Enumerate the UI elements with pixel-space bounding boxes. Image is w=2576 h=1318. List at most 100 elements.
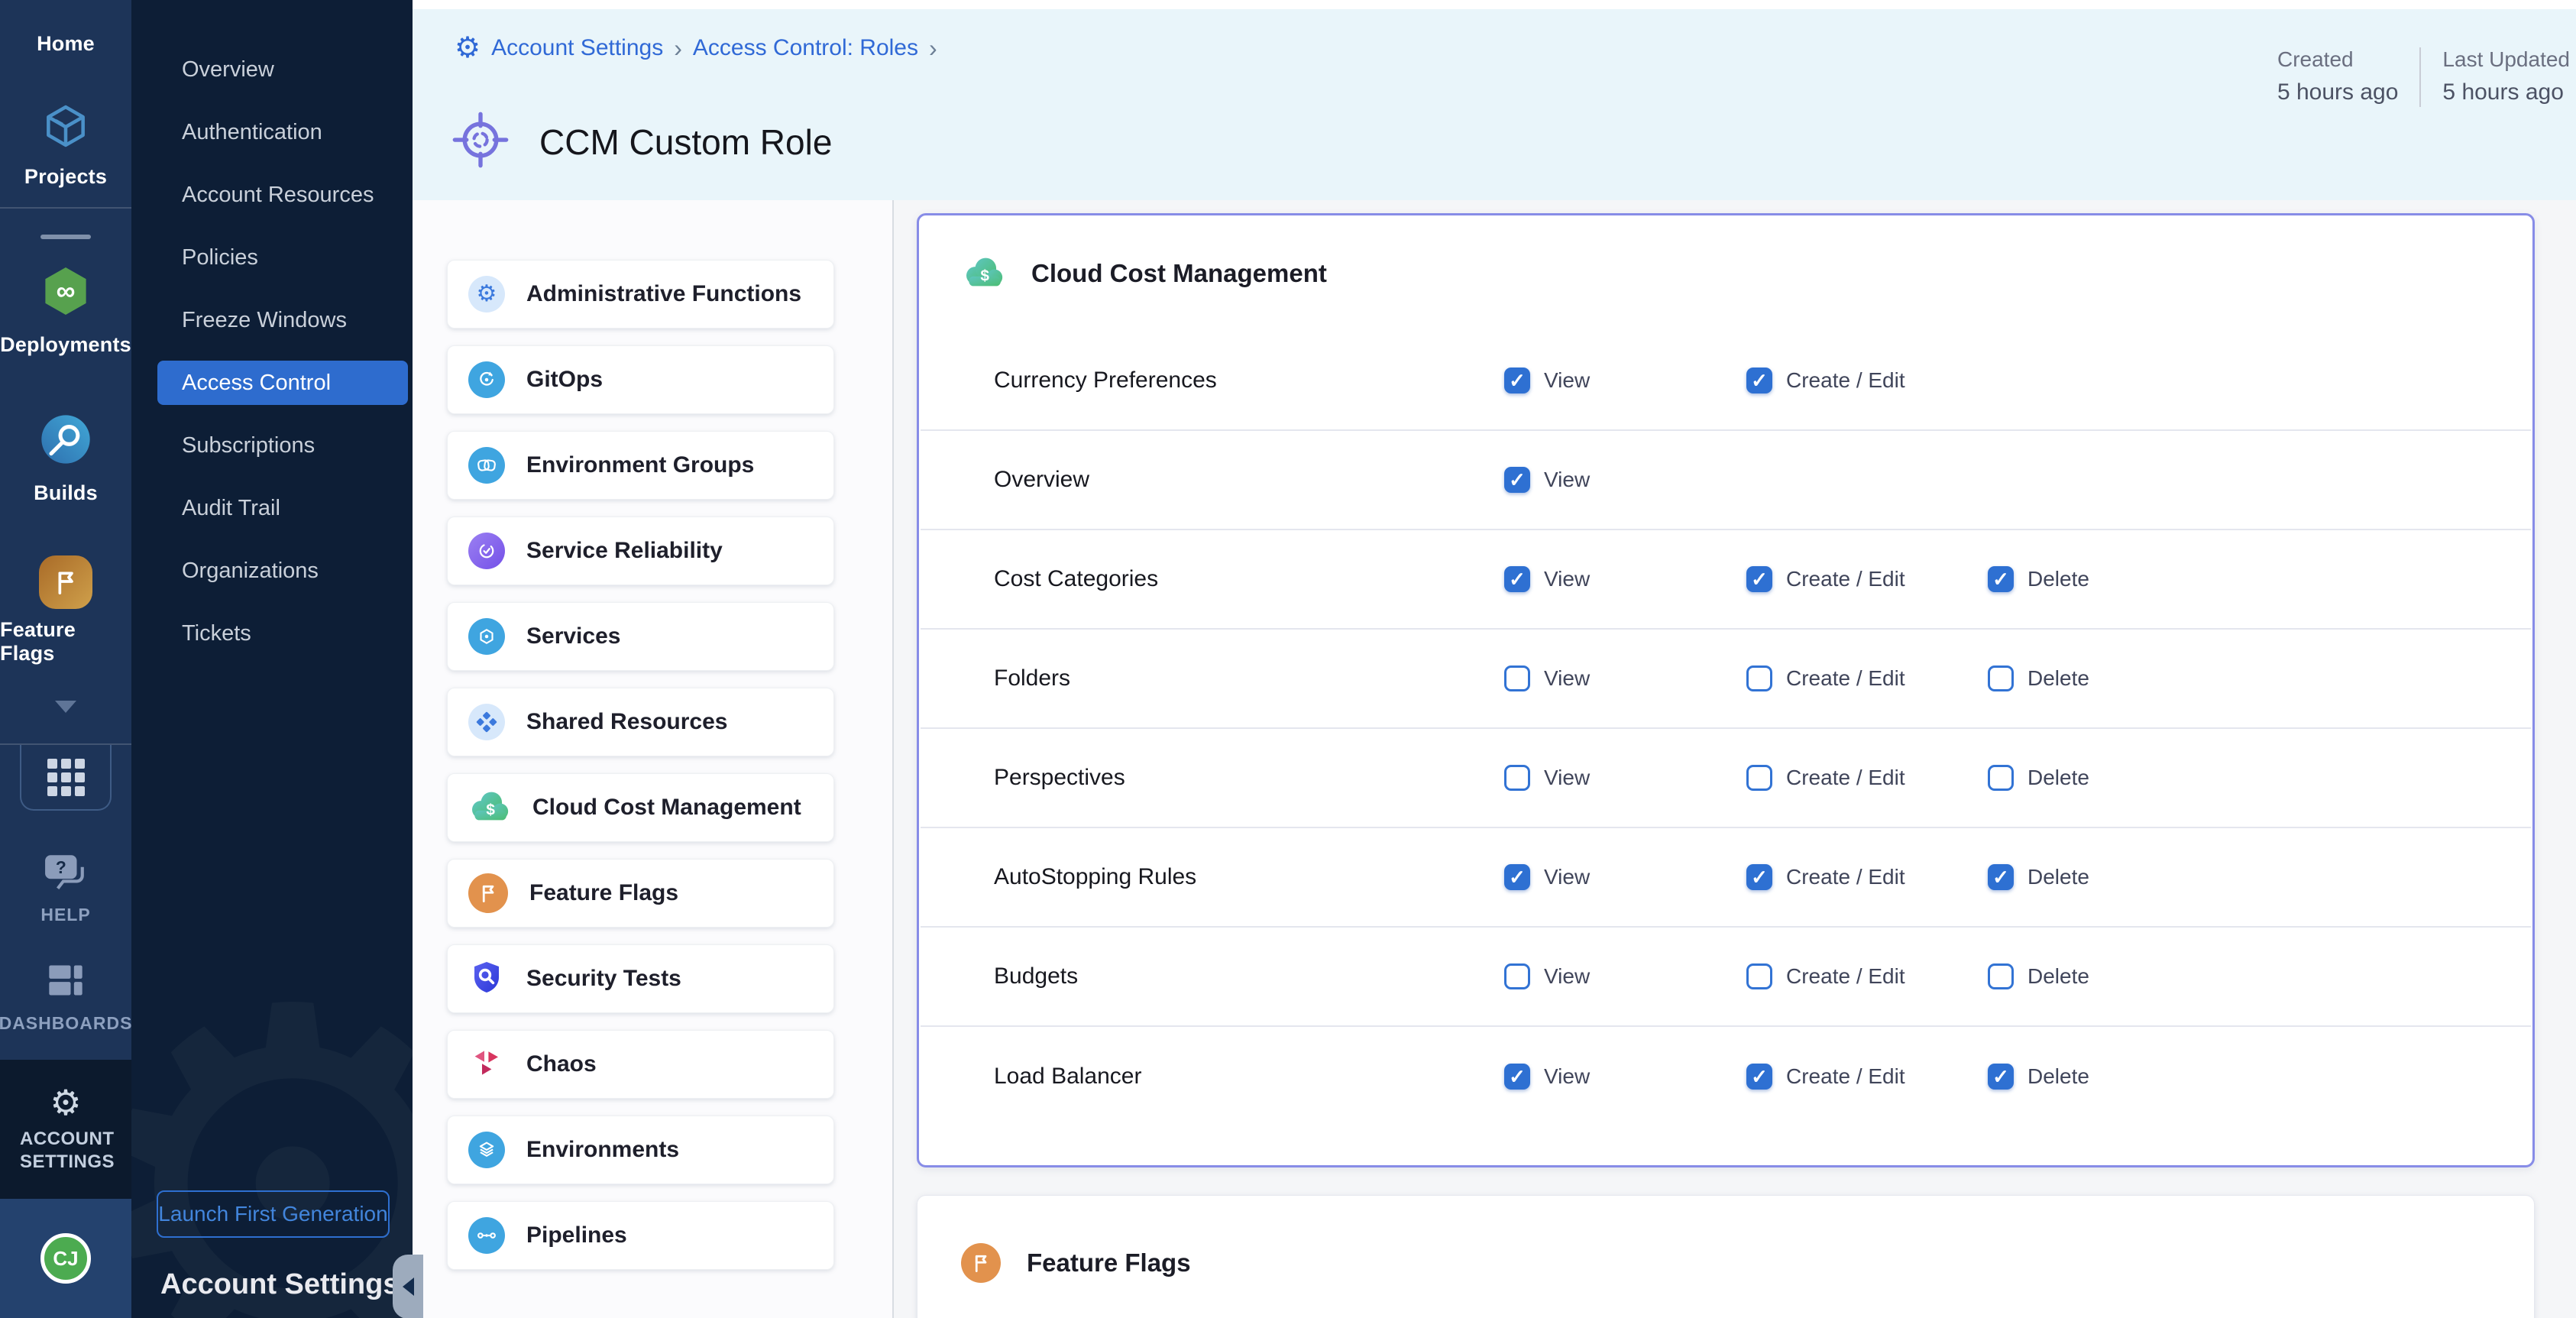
subnav-item-label: Policies — [182, 245, 258, 270]
delete-checkbox[interactable] — [1988, 665, 2014, 691]
created-value: 5 hours ago — [2277, 79, 2398, 105]
chevron-down-icon[interactable] — [55, 701, 76, 713]
panel-header: Feature Flags — [917, 1196, 2534, 1318]
module-card-label: Feature Flags — [529, 880, 678, 906]
view-checkbox[interactable] — [1504, 368, 1530, 393]
subnav-item[interactable]: Freeze Windows — [131, 289, 413, 351]
create-edit-checkbox[interactable] — [1746, 765, 1772, 791]
permission-cell-delete: Delete — [1988, 665, 2531, 691]
create-edit-checkbox[interactable] — [1746, 864, 1772, 890]
nav-collapse-button[interactable] — [393, 1255, 423, 1318]
create-edit-checkbox[interactable] — [1746, 963, 1772, 989]
last-updated-value: 5 hours ago — [2442, 79, 2570, 105]
view-checkbox[interactable] — [1504, 864, 1530, 890]
subnav-item[interactable]: Audit Trail — [131, 477, 413, 539]
permission-row: Folders View Create / Edit Delete — [921, 630, 2531, 729]
page-title: CCM Custom Role — [539, 121, 832, 163]
subnav-item-label: Freeze Windows — [182, 308, 347, 333]
permission-row-label: Budgets — [994, 963, 1504, 989]
rail-item[interactable]: Feature Flags — [0, 555, 131, 665]
module-card[interactable]: Chaos — [447, 1030, 834, 1099]
avatar[interactable]: CJ — [40, 1233, 91, 1284]
subnav-item-label: Subscriptions — [182, 433, 315, 458]
view-checkbox[interactable] — [1504, 566, 1530, 592]
module-icon — [468, 1044, 505, 1085]
delete-checkbox[interactable] — [1988, 765, 2014, 791]
module-card[interactable]: Feature Flags — [447, 859, 834, 928]
rail-utility-group: ? HELP DASHBOARDS — [0, 811, 131, 1034]
rail-item-icon: ∞ — [37, 262, 95, 324]
rail-item[interactable]: Builds — [0, 410, 131, 505]
collapse-left-icon — [403, 1278, 414, 1296]
subnav-item[interactable]: Access Control — [157, 361, 408, 405]
module-card-label: Cloud Cost Management — [532, 795, 801, 821]
subnav-item-label: Account Resources — [182, 183, 374, 208]
subnav-item[interactable]: Organizations — [131, 539, 413, 602]
harness-app-window: Home Projects ∞ Deployments Builds — [0, 0, 2576, 1318]
permission-row: Overview View — [921, 431, 2531, 530]
panel-title: Cloud Cost Management — [1031, 259, 1327, 288]
subnav-item[interactable]: Account Resources — [131, 164, 413, 226]
rail-item[interactable]: DASHBOARDS — [0, 960, 131, 1034]
view-checkbox[interactable] — [1504, 467, 1530, 493]
permission-row: Cost Categories View Create / Edit Delet… — [921, 530, 2531, 630]
module-card[interactable]: Shared Resources — [447, 688, 834, 756]
delete-checkbox[interactable] — [1988, 1064, 2014, 1090]
module-card[interactable]: Security Tests — [447, 944, 834, 1013]
module-card[interactable]: Service Reliability — [447, 517, 834, 585]
subnav-item[interactable]: Authentication — [131, 101, 413, 164]
view-checkbox[interactable] — [1504, 1064, 1530, 1090]
create-edit-checkbox[interactable] — [1746, 665, 1772, 691]
module-icon — [468, 959, 505, 999]
subnav-item[interactable]: Overview — [131, 38, 413, 101]
module-card[interactable]: Services — [447, 602, 834, 671]
module-card[interactable]: Environment Groups — [447, 431, 834, 500]
view-checkbox[interactable] — [1504, 963, 1530, 989]
view-checkbox[interactable] — [1504, 765, 1530, 791]
module-browser-button[interactable] — [20, 745, 112, 811]
delete-checkbox[interactable] — [1988, 963, 2014, 989]
subnav-item[interactable]: Subscriptions — [131, 414, 413, 477]
breadcrumb-link-access-control-roles[interactable]: Access Control: Roles — [693, 35, 918, 61]
create-edit-checkbox[interactable] — [1746, 1064, 1772, 1090]
view-checkbox[interactable] — [1504, 665, 1530, 691]
rail-item[interactable]: Home — [0, 23, 131, 56]
rail-item[interactable]: Projects — [0, 100, 131, 189]
nav-footer-title: Account Settings — [160, 1268, 399, 1301]
created-block: Created 5 hours ago — [2277, 47, 2398, 105]
permission-cell-view: View — [1504, 566, 1746, 592]
rail-item-account-settings[interactable]: ⚙ ACCOUNT SETTINGS — [0, 1060, 131, 1199]
subnav-item-label: Overview — [182, 57, 274, 83]
view-checkbox-label: View — [1544, 1064, 1590, 1089]
permission-row: Budgets View Create / Edit Delete — [921, 928, 2531, 1027]
page-header: ⚙ Account Settings › Access Control: Rol… — [413, 0, 2576, 200]
launch-first-generation-button[interactable]: Launch First Generation — [157, 1190, 390, 1238]
delete-checkbox-label: Delete — [2027, 1064, 2089, 1089]
permission-cell-view: View — [1504, 665, 1746, 691]
module-card[interactable]: Environments — [447, 1116, 834, 1184]
breadcrumb-link-account-settings[interactable]: Account Settings — [491, 35, 663, 61]
module-icon — [468, 361, 505, 398]
last-updated-label: Last Updated — [2442, 47, 2570, 72]
module-card[interactable]: ⚙ Administrative Functions — [447, 260, 834, 329]
permission-cell-delete: Delete — [1988, 864, 2531, 890]
delete-checkbox[interactable] — [1988, 864, 2014, 890]
rail-item[interactable]: ∞ Deployments — [0, 262, 131, 357]
module-card[interactable]: GitOps — [447, 345, 834, 414]
subnav-item[interactable]: Policies — [131, 226, 413, 289]
subnav-item[interactable]: Tickets — [131, 602, 413, 665]
breadcrumb-separator: › — [674, 34, 682, 63]
subnav-item-label: Audit Trail — [182, 496, 280, 521]
create-edit-checkbox[interactable] — [1746, 566, 1772, 592]
module-card[interactable]: Pipelines — [447, 1201, 834, 1270]
create-edit-checkbox[interactable] — [1746, 368, 1772, 393]
permission-cell-create-edit: Create / Edit — [1746, 1064, 1988, 1090]
gear-icon: ⚙ — [50, 1085, 81, 1120]
module-list-panel: ⚙ Administrative Functions GitOps Enviro… — [413, 200, 894, 1318]
module-card-label: Security Tests — [526, 966, 681, 992]
delete-checkbox-label: Delete — [2027, 865, 2089, 889]
rail-item[interactable]: ? HELP — [0, 853, 131, 925]
delete-checkbox[interactable] — [1988, 566, 2014, 592]
svg-text:$: $ — [980, 267, 989, 284]
module-card[interactable]: $ Cloud Cost Management — [447, 773, 834, 842]
